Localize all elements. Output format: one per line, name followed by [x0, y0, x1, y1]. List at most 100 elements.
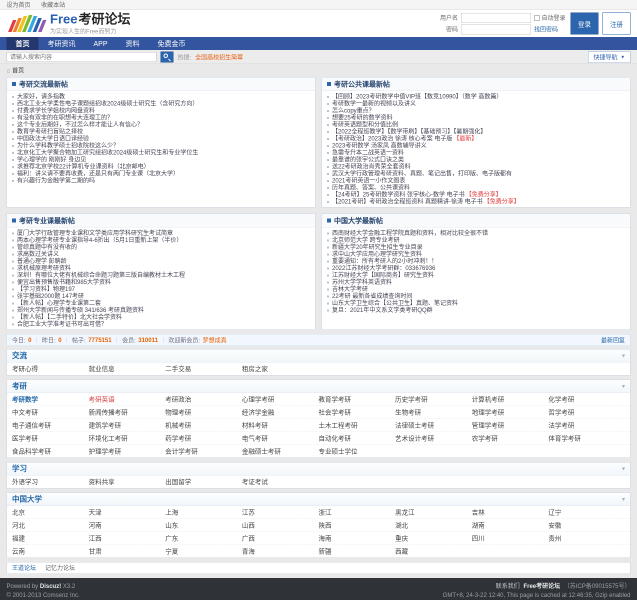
category-title[interactable]: 中国大学 — [12, 493, 42, 506]
forum-link[interactable]: 租房之家 — [242, 365, 319, 374]
forum-link[interactable]: 广东 — [165, 534, 242, 543]
forum-link[interactable]: 材料考研 — [242, 421, 319, 430]
category-title[interactable]: 考研 — [12, 380, 27, 393]
thread-link[interactable]: 历年真题、答案、公共课资料 — [332, 184, 410, 191]
forum-link[interactable]: 辽宁 — [548, 508, 625, 517]
forum-link[interactable]: 黑龙江 — [395, 508, 472, 517]
thread-link[interactable]: 【2021考研】考研政治全程班资料 真题精讲-徐涛 电子书 — [332, 198, 483, 205]
thread-link[interactable]: 有兴趣行为金融学第二期的吗 — [17, 177, 95, 184]
thread-link[interactable]: 这个专业后期好，不过怎么样才能让人有信心？ — [17, 121, 143, 128]
forum-link[interactable]: 新闻传播考研 — [89, 408, 166, 417]
collapse-icon[interactable]: ▾ — [622, 463, 625, 476]
category-title[interactable]: 学习 — [12, 463, 27, 476]
forum-link[interactable]: 江苏 — [242, 508, 319, 517]
thread-link[interactable]: 武汉大学行政管理考研资料、真题、笔记出售，打印版、电子版都有 — [332, 170, 512, 177]
forum-link[interactable]: 就业信息 — [89, 365, 166, 374]
collapse-icon[interactable]: ▾ — [622, 380, 625, 393]
login-button[interactable]: 登录 — [571, 13, 599, 35]
thread-link[interactable]: 【回顾】2023考研数学中值VIP班【数竞10990】（数学 高数篇） — [332, 93, 502, 100]
auto-login-checkbox[interactable] — [534, 15, 540, 21]
thread-link[interactable]: 为什么学科教学硕士招收院校这么少？ — [17, 142, 119, 149]
thread-link[interactable]: 厦门大学行政管理专业课和文学类应用学科研究生考试简章 — [17, 230, 173, 237]
thread-link[interactable]: 有没有双非的在职想考大连理工的？ — [17, 114, 113, 121]
forum-link[interactable]: 物理考研 — [165, 408, 242, 417]
forum-link[interactable]: 食品科学考研 — [12, 447, 89, 456]
forum-link[interactable]: 宁夏 — [165, 547, 242, 556]
forum-link[interactable]: 经济学金融 — [242, 408, 319, 417]
password-input[interactable] — [461, 24, 531, 34]
thread-link[interactable]: 送22考研政治肖秀荣全套资料 — [332, 163, 411, 170]
forum-link[interactable]: 新疆 — [319, 547, 396, 556]
thread-link[interactable]: 便宜出售预售版书籍和985大学资料 — [17, 279, 111, 286]
forum-link[interactable]: 护理学考研 — [89, 447, 166, 456]
thread-link[interactable]: 2022江苏财经大学考研群：033676936 — [332, 265, 435, 272]
thread-link[interactable]: 急需专升本二战英语一资料 — [332, 149, 404, 156]
contact-link[interactable]: 联系我们 — [496, 583, 520, 590]
forum-link[interactable]: 管理学考研 — [472, 421, 549, 430]
set-homepage-link[interactable]: 设为首页 — [7, 2, 31, 9]
thread-link[interactable]: 郑州大学新闻与传播专硕 341/636 考研真题资料 — [17, 307, 144, 314]
search-button[interactable] — [161, 52, 174, 63]
forum-link[interactable]: 会计学考研 — [165, 447, 242, 456]
forgot-password-link[interactable]: 找回密码 — [534, 25, 558, 34]
thread-link[interactable]: 江苏财经大学【国际商务】研究生资料 — [332, 272, 434, 279]
thread-link[interactable]: 两本心理学考研专业课指导4-6折出（5月1日重新上架（半价） — [17, 237, 182, 244]
forum-link[interactable]: 社会学考研 — [319, 408, 396, 417]
forum-link[interactable]: 教育学考研 — [319, 395, 396, 404]
thread-link[interactable]: 求推荐北京学校22计算机专业课资料（北京邮电） — [17, 163, 150, 170]
forum-link[interactable]: 天津 — [89, 508, 166, 517]
thread-link[interactable]: 【2022全程班教学】【数学带刷】【基础预习】【暑期强化】 — [332, 128, 486, 135]
forum-link[interactable]: 江西 — [89, 534, 166, 543]
collapse-icon[interactable]: ▾ — [622, 493, 625, 506]
site-logo[interactable]: Free考研论坛 为实现人生的Free而努力 — [7, 12, 131, 36]
forum-link[interactable]: 专业硕士学位 — [319, 447, 396, 456]
thread-link[interactable]: 2021考研英语一小作文图表 — [332, 177, 405, 184]
thread-link[interactable]: 西南财经大学金融工程学院真题和资料，相对比较全很不错 — [332, 230, 488, 237]
nav-item-app[interactable]: APP — [85, 37, 117, 50]
nav-item-home[interactable]: 首页 — [7, 37, 39, 50]
thread-link[interactable]: 考研数学一最新的视频以及讲义 — [332, 100, 416, 107]
thread-link[interactable]: 大家好，请多指教 — [17, 93, 65, 100]
thread-link[interactable]: 深圳！有哪位大佬有机械综合命题习题第三版自编教材土木工程 — [17, 272, 185, 279]
forum-link[interactable]: 生物考研 — [395, 408, 472, 417]
forum-link[interactable]: 浙江 — [319, 508, 396, 517]
forum-link[interactable]: 福建 — [12, 534, 89, 543]
nav-item-resources[interactable]: 资料 — [117, 37, 149, 50]
thread-link[interactable]: 【24考研】25考研数学资料 张宇核心-数学 电子书 — [332, 191, 465, 198]
thread-link[interactable]: 福利：讲义请不要再收费，还是只有两门专业课（北京大学） — [17, 170, 179, 177]
register-button[interactable]: 注册 — [603, 13, 631, 35]
thread-link[interactable]: 付费求学长学姐校内网盘资料 — [17, 107, 95, 114]
forum-link[interactable]: 自动化考研 — [319, 434, 396, 443]
forum-link[interactable]: 法学考研 — [548, 421, 625, 430]
thread-link[interactable]: 管综真题中有没有收的 — [17, 244, 77, 251]
forum-link[interactable]: 外语学习 — [12, 478, 89, 487]
thread-link[interactable]: 普通心理学 彭聃龄 — [17, 258, 67, 265]
forum-link[interactable]: 贵州 — [548, 534, 625, 543]
breadcrumb-home-link[interactable]: 首页 — [12, 67, 24, 74]
forum-link[interactable]: 金融硕士考研 — [242, 447, 319, 456]
forum-link[interactable]: 体育学考研 — [548, 434, 625, 443]
thread-link[interactable]: 西北工业大学柔性电子课题组招收2024级硕士研究生（含研究方向） — [17, 100, 198, 107]
thread-link[interactable]: 最靠谱的张宇公式口诀之类 — [332, 156, 404, 163]
thread-link[interactable]: 中国政法大学日语口译经验 — [17, 135, 89, 142]
thread-link[interactable]: 【学习资料】物理197 — [17, 286, 75, 293]
forum-link[interactable]: 甘肃 — [89, 547, 166, 556]
forum-link[interactable]: 建筑学考研 — [89, 421, 166, 430]
search-input[interactable] — [7, 52, 157, 62]
friend-link[interactable]: 记忆力论坛 — [45, 565, 75, 572]
thread-link[interactable]: 合肥工业大学准考证书可出可借？ — [17, 321, 107, 328]
forum-link[interactable]: 安徽 — [548, 521, 625, 530]
forum-link[interactable]: 农学考研 — [472, 434, 549, 443]
thread-link[interactable]: 张宇基础2000题 147考研 — [17, 293, 84, 300]
thread-link[interactable]: 北京师范大学 跨专业考研 — [332, 237, 400, 244]
thread-link[interactable]: 求机械原理考研资料 — [17, 265, 71, 272]
thread-link[interactable]: 【新人帖】心理学专业课第二套 — [17, 300, 101, 307]
forum-link[interactable]: 青海 — [242, 547, 319, 556]
thread-link[interactable]: 北京化工大学聚合物加工研究组招收2024级硕士研究生和专业学位生 — [17, 149, 198, 156]
forum-link[interactable]: 机械考研 — [165, 421, 242, 430]
forum-link[interactable]: 云南 — [12, 547, 89, 556]
thread-link[interactable]: 求中山大学应用心理学研究生资料 — [332, 251, 422, 258]
forum-link[interactable]: 土木工程考研 — [319, 421, 396, 430]
forum-link[interactable]: 考研英语 — [89, 395, 166, 404]
category-title[interactable]: 交流 — [12, 350, 27, 363]
